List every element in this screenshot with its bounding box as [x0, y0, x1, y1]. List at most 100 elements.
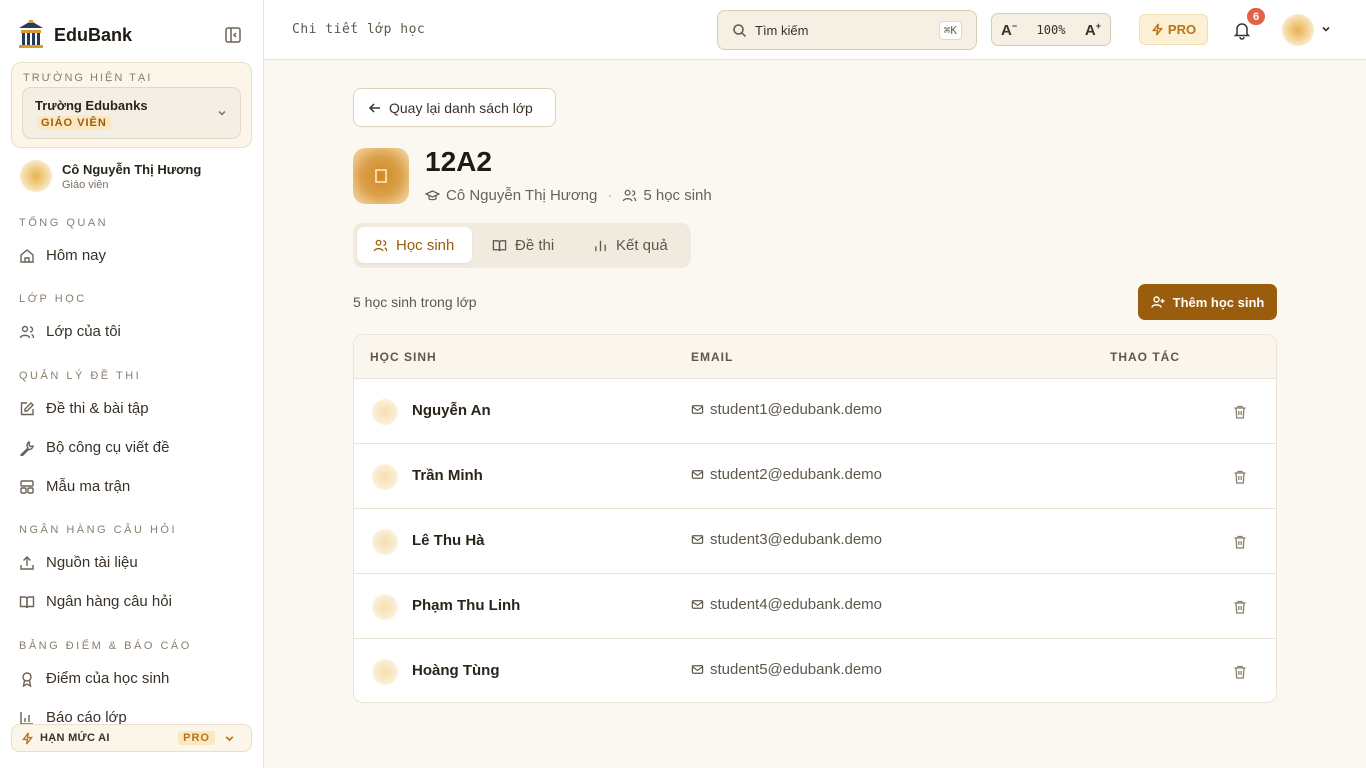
email-text: student2@edubank.demo: [710, 466, 883, 483]
avatar[interactable]: [1282, 14, 1314, 46]
notification-badge: 6: [1247, 8, 1265, 25]
email-text: student4@edubank.demo: [710, 596, 883, 613]
upload-icon: [20, 555, 34, 570]
sidebar-item-label: Đề thi & bài tập: [46, 400, 149, 417]
ai-quota-panel[interactable]: HẠN MỨC AI PRO: [11, 724, 252, 752]
mail-icon: [691, 600, 704, 609]
trash-icon[interactable]: [1232, 404, 1248, 420]
student-email: student1@edubank.demo: [691, 401, 882, 418]
add-student-label: Thêm học sinh: [1172, 294, 1265, 310]
mail-icon: [691, 665, 704, 674]
trash-icon[interactable]: [1232, 599, 1248, 615]
students-table: HỌC SINH EMAIL THAO TÁC Nguyễn An studen…: [353, 334, 1277, 703]
sidebar-item-exams[interactable]: Đề thi & bài tập: [19, 400, 149, 417]
sidebar: EduBank TRƯỜNG HIỆN TẠI Trường Edubanks …: [0, 0, 264, 768]
sidebar-collapse-icon[interactable]: [224, 26, 242, 44]
search-input[interactable]: Tìm kiếm ⌘K: [717, 10, 977, 50]
tab-label: Kết quả: [616, 236, 668, 254]
sidebar-item-sources[interactable]: Nguồn tài liệu: [19, 554, 138, 571]
table-body: Nguyễn An student1@edubank.demo Trần Min…: [354, 379, 1276, 702]
tab-exams[interactable]: Đề thi: [476, 227, 570, 263]
sidebar-item-matrix-templates[interactable]: Mẫu ma trận: [19, 478, 130, 495]
student-name: Nguyễn An: [412, 402, 491, 419]
chevron-down-icon: [218, 110, 226, 116]
school-select[interactable]: Trường Edubanks GIÁO VIÊN: [22, 87, 241, 139]
home-icon: [20, 248, 34, 263]
class-name: 12A2: [425, 146, 492, 177]
chevron-down-icon: [225, 735, 234, 741]
class-meta: Cô Nguyễn Thị Hương · 5 học sinh: [425, 187, 712, 204]
trash-icon[interactable]: [1232, 664, 1248, 680]
sidebar-item-label: Mẫu ma trận: [46, 478, 131, 495]
pro-badge: PRO: [178, 731, 215, 745]
font-zoom-control: A− 100% A+: [991, 13, 1111, 46]
sidebar-item-label: Điểm của học sinh: [46, 670, 170, 687]
book-icon: [19, 595, 35, 608]
student-name: Hoàng Tùng: [412, 662, 500, 679]
class-icon: [375, 169, 387, 183]
back-label: Quay lại danh sách lớp: [389, 99, 533, 116]
graduation-cap-icon: [425, 190, 440, 201]
sidebar-item-writing-tools[interactable]: Bộ công cụ viết đề: [19, 439, 169, 456]
tab-label: Đề thi: [515, 236, 555, 254]
brand[interactable]: EduBank: [18, 20, 132, 50]
zoom-out-button[interactable]: A−: [1001, 21, 1017, 39]
trash-icon[interactable]: [1232, 469, 1248, 485]
chevron-down-icon[interactable]: [1320, 23, 1332, 35]
arrow-left-icon: [368, 102, 380, 113]
users-icon: [623, 189, 637, 202]
sidebar-item-today[interactable]: Hôm nay: [19, 247, 106, 264]
mail-icon: [691, 535, 704, 544]
bar-chart-icon: [595, 240, 606, 251]
sidebar-item-label: Bộ công cụ viết đề: [46, 439, 170, 456]
section-title-classes: LỚP HỌC: [19, 293, 87, 305]
table-row: Nguyễn An student1@edubank.demo: [354, 379, 1276, 444]
column-header-actions: THAO TÁC: [1110, 350, 1180, 364]
search-placeholder: Tìm kiếm: [755, 22, 809, 38]
column-header-student: HỌC SINH: [370, 350, 437, 364]
layout-icon: [20, 479, 34, 494]
class-avatar: [353, 148, 409, 204]
sidebar-item-question-bank[interactable]: Ngân hàng câu hỏi: [19, 593, 172, 610]
avatar: [20, 160, 52, 192]
section-title-reports: BẢNG ĐIỂM & BÁO CÁO: [19, 640, 192, 652]
users-icon: [373, 239, 388, 251]
breadcrumb: Chi tiết lớp học: [292, 22, 426, 37]
student-email: student4@edubank.demo: [691, 596, 882, 613]
user-role: Giáo viên: [62, 178, 109, 191]
sidebar-item-label: Lớp của tôi: [46, 323, 121, 340]
award-icon: [22, 671, 32, 687]
email-text: student5@edubank.demo: [710, 661, 883, 678]
class-student-count: 5 học sinh: [643, 187, 712, 204]
student-name: Lê Thu Hà: [412, 532, 485, 549]
sidebar-item-student-scores[interactable]: Điểm của học sinh: [19, 670, 169, 687]
sidebar-item-my-classes[interactable]: Lớp của tôi: [19, 323, 121, 340]
back-to-classes-button[interactable]: Quay lại danh sách lớp: [353, 88, 556, 127]
student-email: student3@edubank.demo: [691, 531, 882, 548]
bell-icon[interactable]: [1232, 20, 1252, 40]
avatar: [372, 399, 398, 425]
school-name: Trường Edubanks: [35, 98, 148, 113]
user-plus-icon: [1150, 296, 1165, 308]
school-switcher: TRƯỜNG HIỆN TẠI Trường Edubanks GIÁO VIÊ…: [11, 62, 252, 148]
add-student-button[interactable]: Thêm học sinh: [1138, 284, 1277, 320]
users-icon: [19, 325, 35, 338]
separator: ·: [607, 187, 613, 204]
ai-quota-label: HẠN MỨC AI: [40, 732, 110, 744]
role-badge: GIÁO VIÊN: [37, 116, 111, 130]
sidebar-item-label: Hôm nay: [46, 247, 107, 264]
section-title-question-bank: NGÂN HÀNG CÂU HỎI: [19, 524, 178, 536]
school-logo-icon: [19, 20, 43, 48]
student-email: student5@edubank.demo: [691, 661, 882, 678]
tab-results[interactable]: Kết quả: [577, 227, 684, 263]
pro-button[interactable]: PRO: [1139, 14, 1208, 45]
table-row: Hoàng Tùng student5@edubank.demo: [354, 639, 1276, 702]
zoom-value: 100%: [1036, 22, 1066, 37]
wrench-icon: [19, 440, 34, 456]
tab-students[interactable]: Học sinh: [357, 227, 472, 263]
avatar: [372, 529, 398, 555]
zoom-in-button[interactable]: A+: [1085, 21, 1101, 39]
student-name: Phạm Thu Linh: [412, 597, 521, 614]
user-profile[interactable]: Cô Nguyễn Thị Hương Giáo viên: [20, 160, 201, 192]
trash-icon[interactable]: [1232, 534, 1248, 550]
